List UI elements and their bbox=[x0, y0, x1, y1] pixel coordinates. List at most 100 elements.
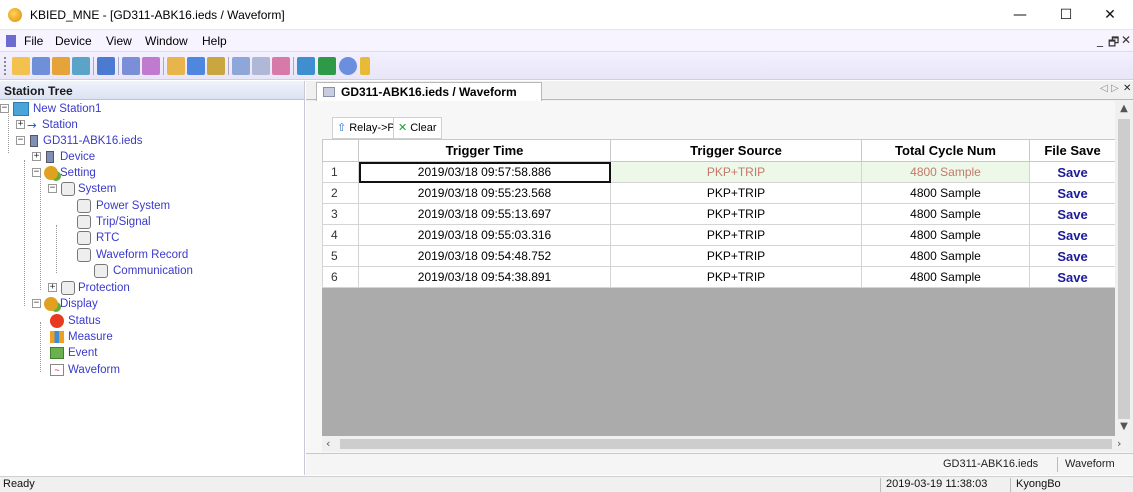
collapse-icon[interactable]: − bbox=[48, 184, 57, 193]
help-icon[interactable] bbox=[339, 57, 357, 75]
settings-icon[interactable] bbox=[167, 57, 185, 75]
column-header-total-cycle-num[interactable]: Total Cycle Num bbox=[861, 139, 1030, 162]
save-button[interactable]: Save bbox=[1029, 224, 1116, 246]
print-icon[interactable] bbox=[142, 57, 160, 75]
total-cycle-cell[interactable]: 4800 Sample bbox=[861, 203, 1030, 225]
table-row[interactable]: 5 2019/03/18 09:54:48.752 PKP+TRIP 4800 … bbox=[322, 245, 1116, 267]
column-header-trigger-source[interactable]: Trigger Source bbox=[610, 139, 862, 162]
network-icon[interactable] bbox=[72, 57, 90, 75]
trigger-source-cell[interactable]: PKP+TRIP bbox=[610, 203, 862, 225]
open-icon[interactable] bbox=[12, 57, 30, 75]
table-row[interactable]: 3 2019/03/18 09:55:13.697 PKP+TRIP 4800 … bbox=[322, 203, 1116, 225]
collapse-icon[interactable]: − bbox=[32, 299, 41, 308]
collapse-icon[interactable]: − bbox=[32, 168, 41, 177]
mdi-minimize-button[interactable]: _ bbox=[1097, 33, 1103, 47]
tree-connector bbox=[24, 160, 25, 306]
settings-page-icon bbox=[77, 248, 91, 262]
save-button[interactable]: Save bbox=[1029, 182, 1116, 204]
close-button[interactable]: ✕ bbox=[1087, 0, 1133, 30]
save-button[interactable]: Save bbox=[1029, 266, 1116, 288]
tab-prev-button[interactable]: ◁ bbox=[1100, 83, 1108, 94]
toolbar-separator bbox=[293, 57, 294, 75]
trigger-source-cell[interactable]: PKP+TRIP bbox=[610, 182, 862, 204]
trigger-time-cell[interactable]: 2019/03/18 09:54:38.891 bbox=[358, 266, 611, 288]
tab-close-button[interactable]: ✕ bbox=[1123, 83, 1131, 94]
total-cycle-cell[interactable]: 4800 Sample bbox=[861, 182, 1030, 204]
trigger-source-cell[interactable]: PKP+TRIP bbox=[610, 266, 862, 288]
menu-device[interactable]: Device bbox=[55, 34, 92, 48]
trigger-source-cell[interactable]: PKP+TRIP bbox=[610, 245, 862, 267]
expand-icon[interactable]: + bbox=[16, 120, 25, 129]
wave-icon[interactable] bbox=[252, 57, 270, 75]
document-status-bar: GD311-ABK16.ieds Waveform bbox=[306, 453, 1133, 475]
tab-waveform[interactable]: GD311-ABK16.ieds / Waveform bbox=[316, 82, 542, 101]
table-row[interactable]: 2 2019/03/18 09:55:23.568 PKP+TRIP 4800 … bbox=[322, 182, 1116, 204]
table-row[interactable]: 1 2019/03/18 09:57:58.886 PKP+TRIP 4800 … bbox=[322, 161, 1116, 183]
trigger-source-cell[interactable]: PKP+TRIP bbox=[610, 224, 862, 246]
scroll-up-icon[interactable]: ▲ bbox=[1115, 103, 1133, 114]
dropdown-icon[interactable] bbox=[360, 57, 370, 75]
grid-icon[interactable] bbox=[207, 57, 225, 75]
delete-icon[interactable] bbox=[318, 57, 336, 75]
tree-label-trip-signal: Trip/Signal bbox=[96, 216, 151, 228]
tree-label-rtc: RTC bbox=[96, 232, 120, 244]
wave-edit-icon[interactable] bbox=[272, 57, 290, 75]
mdi-close-button[interactable]: ✕ bbox=[1121, 33, 1131, 47]
collapse-icon[interactable]: − bbox=[16, 136, 25, 145]
menu-file[interactable]: File bbox=[24, 34, 43, 48]
export-icon[interactable] bbox=[297, 57, 315, 75]
station-tree-header: Station Tree bbox=[0, 81, 305, 100]
tab-waveform-label: GD311-ABK16.ieds / Waveform bbox=[341, 85, 517, 99]
disconnect-icon[interactable] bbox=[122, 57, 140, 75]
expand-icon[interactable]: + bbox=[32, 152, 41, 161]
trigger-source-cell[interactable]: PKP+TRIP bbox=[610, 161, 862, 183]
tab-next-button[interactable]: ▷ bbox=[1111, 83, 1119, 94]
save-button[interactable]: Save bbox=[1029, 161, 1116, 183]
scroll-left-icon[interactable]: ‹ bbox=[326, 437, 330, 450]
clear-button[interactable]: ✕ Clear bbox=[393, 117, 442, 139]
tree-icon[interactable] bbox=[97, 57, 115, 75]
trigger-time-cell[interactable]: 2019/03/18 09:54:48.752 bbox=[358, 245, 611, 267]
tree-connector bbox=[56, 225, 57, 273]
column-header-trigger-time[interactable]: Trigger Time bbox=[358, 139, 611, 162]
total-cycle-cell[interactable]: 4800 Sample bbox=[861, 161, 1030, 183]
table-row[interactable]: 4 2019/03/18 09:55:03.316 PKP+TRIP 4800 … bbox=[322, 224, 1116, 246]
vertical-scroll-thumb[interactable] bbox=[1118, 119, 1130, 419]
minimize-button[interactable]: — bbox=[997, 0, 1043, 30]
horizontal-scrollbar[interactable]: ‹ › bbox=[322, 436, 1133, 452]
device-icon bbox=[30, 135, 38, 147]
horizontal-scroll-thumb[interactable] bbox=[340, 439, 1112, 449]
save-button[interactable]: Save bbox=[1029, 245, 1116, 267]
scroll-right-icon[interactable]: › bbox=[1117, 437, 1121, 450]
column-header-file-save[interactable]: File Save bbox=[1029, 139, 1116, 162]
tree-label-protection: Protection bbox=[78, 282, 130, 294]
menu-help[interactable]: Help bbox=[202, 34, 227, 48]
save-icon[interactable] bbox=[32, 57, 50, 75]
maximize-button[interactable]: ☐ bbox=[1043, 0, 1089, 30]
connect-icon[interactable] bbox=[52, 57, 70, 75]
total-cycle-cell[interactable]: 4800 Sample bbox=[861, 224, 1030, 246]
tree-label-measure: Measure bbox=[68, 331, 113, 343]
toolbar-grip-icon bbox=[4, 57, 8, 75]
tree-label-device: Device bbox=[60, 151, 96, 163]
trigger-time-cell[interactable]: 2019/03/18 09:55:23.568 bbox=[358, 182, 611, 204]
trigger-time-cell[interactable]: 2019/03/18 09:55:03.316 bbox=[358, 224, 611, 246]
save-button[interactable]: Save bbox=[1029, 203, 1116, 225]
menu-window[interactable]: Window bbox=[145, 34, 188, 48]
tree-label-waveform: Waveform bbox=[68, 364, 120, 376]
total-cycle-cell[interactable]: 4800 Sample bbox=[861, 266, 1030, 288]
window-icon[interactable] bbox=[232, 57, 250, 75]
scroll-down-icon[interactable]: ▼ bbox=[1115, 421, 1133, 432]
trigger-time-cell[interactable]: 2019/03/18 09:55:13.697 bbox=[358, 203, 611, 225]
trigger-time-cell[interactable]: 2019/03/18 09:57:58.886 bbox=[358, 161, 611, 183]
total-cycle-cell[interactable]: 4800 Sample bbox=[861, 245, 1030, 267]
expand-icon[interactable]: + bbox=[48, 283, 57, 292]
menu-view[interactable]: View bbox=[106, 34, 132, 48]
vertical-scrollbar[interactable]: ▲ ▼ bbox=[1115, 101, 1133, 436]
mdi-restore-button[interactable]: 🗗 bbox=[1108, 33, 1119, 54]
station-tree-title: Station Tree bbox=[4, 84, 73, 98]
table-row[interactable]: 6 2019/03/18 09:54:38.891 PKP+TRIP 4800 … bbox=[322, 266, 1116, 288]
monitor-icon[interactable] bbox=[187, 57, 205, 75]
gear-icon bbox=[44, 166, 58, 180]
collapse-icon[interactable]: − bbox=[0, 104, 9, 113]
